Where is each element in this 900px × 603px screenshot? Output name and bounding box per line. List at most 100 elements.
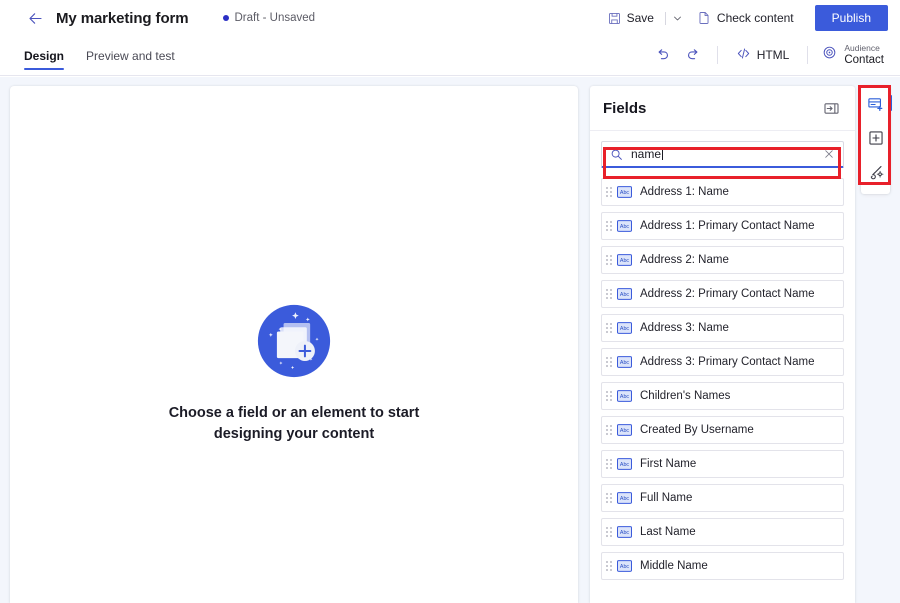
list-item[interactable]: Abc Address 3: Primary Contact Name <box>601 348 844 376</box>
add-element-icon <box>868 131 883 145</box>
canvas-empty-state: Choose a field or an element to start de… <box>144 303 444 446</box>
tool-rail <box>861 86 892 194</box>
svg-text:Abc: Abc <box>620 326 630 332</box>
field-label: Address 1: Name <box>640 186 729 198</box>
drag-handle-icon[interactable] <box>606 527 612 537</box>
svg-text:Abc: Abc <box>620 360 630 366</box>
list-item[interactable]: Abc Middle Name <box>601 552 844 580</box>
html-button[interactable]: HTML <box>728 42 798 68</box>
rail-button-add-field[interactable] <box>863 92 892 116</box>
drag-handle-icon[interactable] <box>606 323 612 333</box>
fields-search-zone: name <box>590 131 855 174</box>
field-label: Address 3: Primary Contact Name <box>640 356 815 368</box>
list-item[interactable]: Abc Created By Username <box>601 416 844 444</box>
chevron-down-icon <box>674 16 682 20</box>
drag-handle-icon[interactable] <box>606 357 612 367</box>
list-item[interactable]: Abc Address 3: Name <box>601 314 844 342</box>
fields-panel: Fields name Abc Address 1: Name Abc Addr… <box>590 86 855 603</box>
add-field-icon <box>867 97 882 111</box>
page-title: My marketing form <box>56 9 189 27</box>
check-content-label: Check content <box>716 11 794 25</box>
back-button[interactable] <box>22 5 48 31</box>
list-item[interactable]: Abc Address 1: Name <box>601 178 844 206</box>
drag-handle-icon[interactable] <box>606 493 612 503</box>
list-item[interactable]: Abc Children's Names <box>601 382 844 410</box>
clear-search-button[interactable] <box>823 148 835 160</box>
list-item[interactable]: Abc Address 2: Name <box>601 246 844 274</box>
svg-text:Abc: Abc <box>620 530 630 536</box>
tab-preview-label: Preview and test <box>86 48 175 63</box>
audience-type-label: Audience <box>844 43 880 54</box>
drag-handle-icon[interactable] <box>606 187 612 197</box>
search-text: name <box>631 147 662 161</box>
audience-labels: Audience Contact <box>844 44 884 66</box>
fields-panel-title: Fields <box>603 99 647 117</box>
drag-handle-icon[interactable] <box>606 459 612 469</box>
search-input[interactable]: name <box>601 141 844 168</box>
save-menu-chevron[interactable] <box>668 7 688 29</box>
list-item[interactable]: Abc Address 1: Primary Contact Name <box>601 212 844 240</box>
abc-text-field-icon: Abc <box>617 288 632 300</box>
canvas-empty-text: Choose a field or an element to start de… <box>168 405 420 443</box>
field-label: Children's Names <box>640 390 731 402</box>
fields-search-wrap: name <box>601 141 844 168</box>
drag-handle-icon[interactable] <box>606 255 612 265</box>
drag-handle-icon[interactable] <box>606 561 612 571</box>
text-caret <box>662 147 664 160</box>
abc-text-field-icon: Abc <box>617 526 632 538</box>
field-label: Address 2: Name <box>640 254 729 266</box>
undo-button[interactable] <box>649 42 677 68</box>
fields-panel-header: Fields <box>590 86 855 131</box>
drag-handle-icon[interactable] <box>606 391 612 401</box>
save-split-button: Save <box>599 6 688 30</box>
publish-button[interactable]: Publish <box>814 5 888 31</box>
drag-handle-icon[interactable] <box>606 221 612 231</box>
html-label: HTML <box>756 48 790 63</box>
collapse-panel-button[interactable] <box>820 98 842 118</box>
drag-handle-icon[interactable] <box>606 289 612 299</box>
rail-button-style[interactable] <box>863 160 888 184</box>
command-bar-actions: HTML Audience Contact <box>649 42 900 68</box>
rail-button-add-element[interactable] <box>863 126 888 150</box>
search-icon <box>610 148 623 161</box>
app-header: My marketing form Draft - Unsaved Save C… <box>0 0 900 36</box>
field-label: Created By Username <box>640 424 754 436</box>
check-content-button[interactable]: Check content <box>688 6 803 30</box>
field-label: Full Name <box>640 492 693 504</box>
form-designer-app: My marketing form Draft - Unsaved Save C… <box>0 0 900 603</box>
status-dot-icon <box>222 15 229 21</box>
abc-text-field-icon: Abc <box>617 458 632 470</box>
collapse-panel-icon <box>823 102 839 114</box>
list-item[interactable]: Abc Address 2: Primary Contact Name <box>601 280 844 308</box>
list-item[interactable]: Abc First Name <box>601 450 844 478</box>
design-canvas[interactable]: Choose a field or an element to start de… <box>10 86 578 603</box>
command-bar: Design Preview and test HTML Audience Co… <box>0 36 900 76</box>
view-tabs: Design Preview and test <box>24 36 175 75</box>
abc-text-field-icon: Abc <box>617 424 632 436</box>
undo-icon <box>658 49 668 60</box>
field-label: Middle Name <box>640 560 708 572</box>
abc-text-field-icon: Abc <box>617 390 632 402</box>
style-brush-icon <box>870 166 883 180</box>
field-label: Address 3: Name <box>640 322 729 334</box>
list-item[interactable]: Abc Full Name <box>601 484 844 512</box>
svg-text:Abc: Abc <box>620 190 630 196</box>
svg-text:Abc: Abc <box>620 292 630 298</box>
drag-handle-icon[interactable] <box>606 425 612 435</box>
tab-design-label: Design <box>24 48 65 63</box>
abc-text-field-icon: Abc <box>617 560 632 572</box>
tab-design[interactable]: Design <box>24 36 65 75</box>
redo-icon <box>687 49 698 60</box>
save-label: Save <box>626 11 654 25</box>
fields-list[interactable]: Abc Address 1: Name Abc Address 1: Prima… <box>590 174 855 603</box>
abc-text-field-icon: Abc <box>617 254 632 266</box>
audience-selector[interactable]: Audience Contact <box>818 42 890 68</box>
list-item[interactable]: Abc Last Name <box>601 518 844 546</box>
redo-button[interactable] <box>679 42 707 68</box>
arrow-left-icon <box>28 12 42 24</box>
document-icon <box>697 11 711 25</box>
tab-preview-and-test[interactable]: Preview and test <box>86 36 175 75</box>
svg-text:Abc: Abc <box>620 224 630 230</box>
save-button[interactable]: Save <box>599 6 663 30</box>
header-actions: Save Check content Publish <box>599 5 900 31</box>
